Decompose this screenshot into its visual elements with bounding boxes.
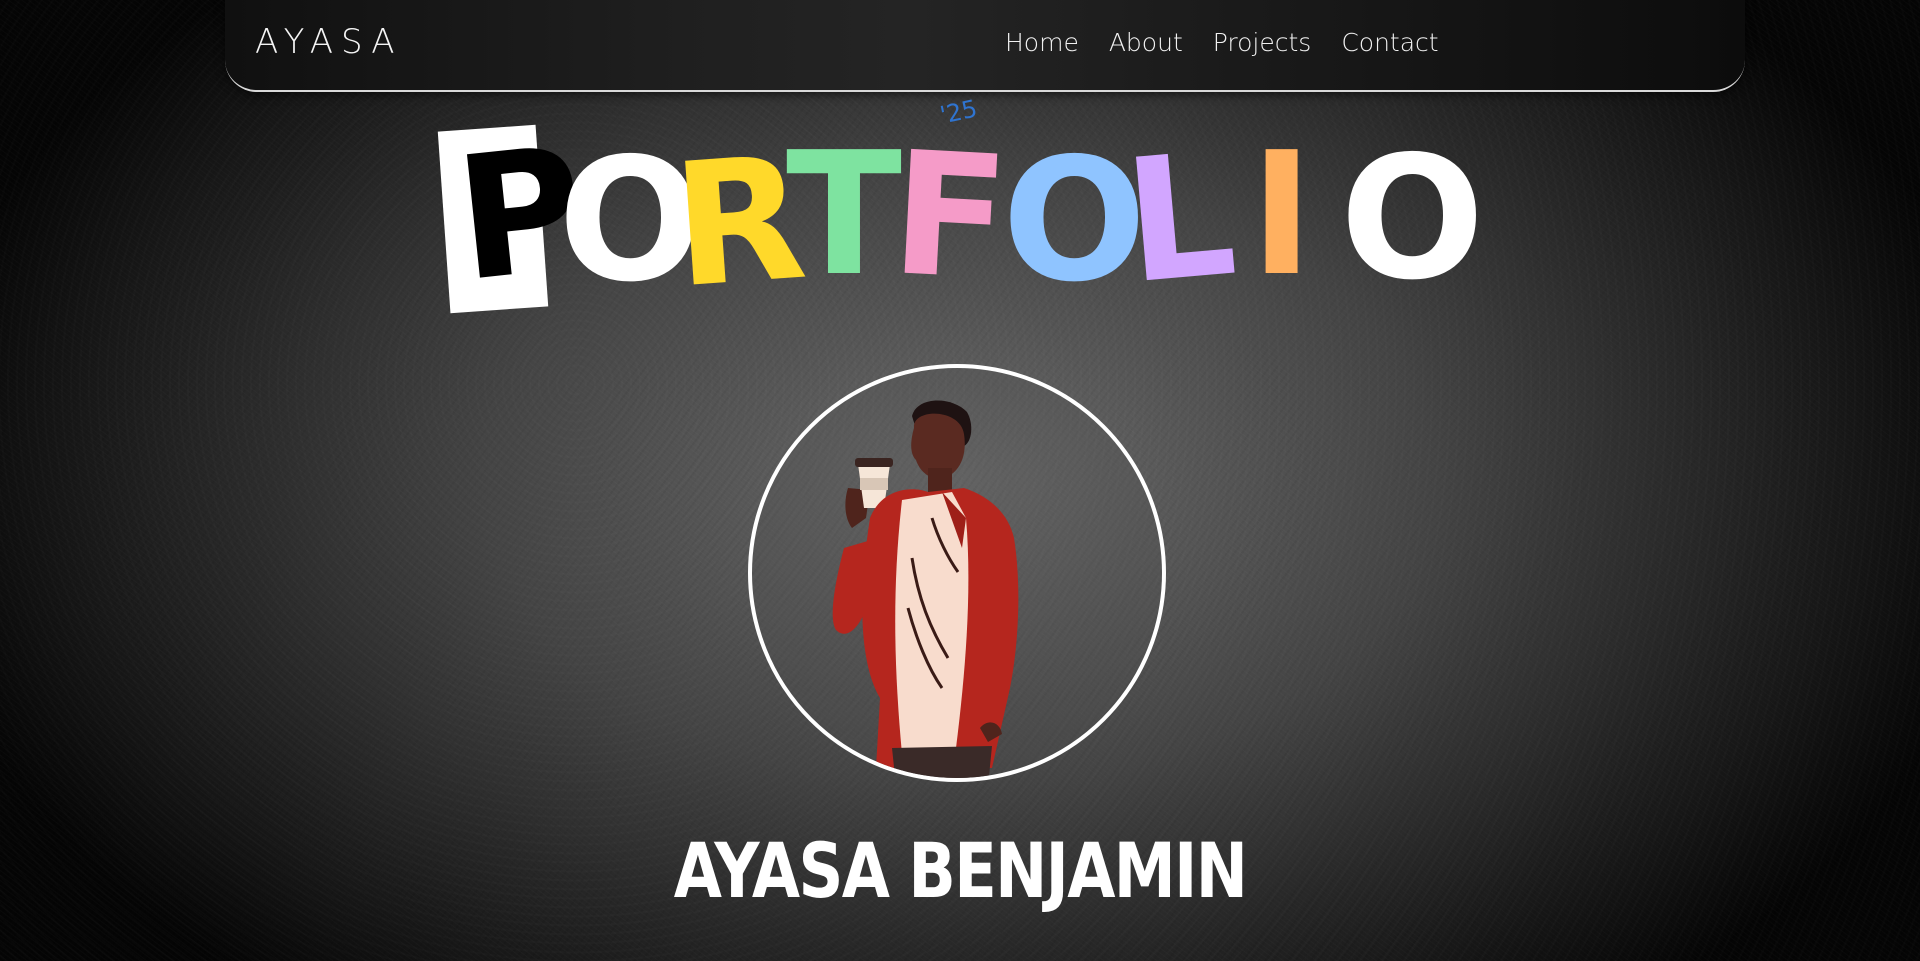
title-letter-i: I bbox=[1250, 116, 1314, 314]
nav-contact-link[interactable]: Contact bbox=[1341, 28, 1438, 57]
title-letter-t: T bbox=[786, 116, 902, 314]
title-letter-l: L bbox=[1117, 115, 1243, 323]
nav-projects-link[interactable]: Projects bbox=[1213, 28, 1312, 57]
profile-name: AYASA BENJAMIN bbox=[673, 826, 1248, 915]
top-navbar: AYASA Home About Projects Contact bbox=[225, 0, 1745, 92]
nav-about-link[interactable]: About bbox=[1109, 28, 1183, 57]
nav-home-link[interactable]: Home bbox=[1005, 28, 1079, 57]
person-with-coffee-illustration-icon bbox=[832, 400, 1019, 778]
nav-menu: Home About Projects Contact bbox=[1005, 28, 1439, 57]
profile-avatar bbox=[748, 364, 1166, 782]
site-logo[interactable]: AYASA bbox=[255, 22, 402, 62]
title-letter-f: F bbox=[886, 115, 1014, 319]
portfolio-title: P O R T F O L I O '25 bbox=[437, 94, 1490, 328]
title-letter-o3: O bbox=[1340, 120, 1485, 318]
